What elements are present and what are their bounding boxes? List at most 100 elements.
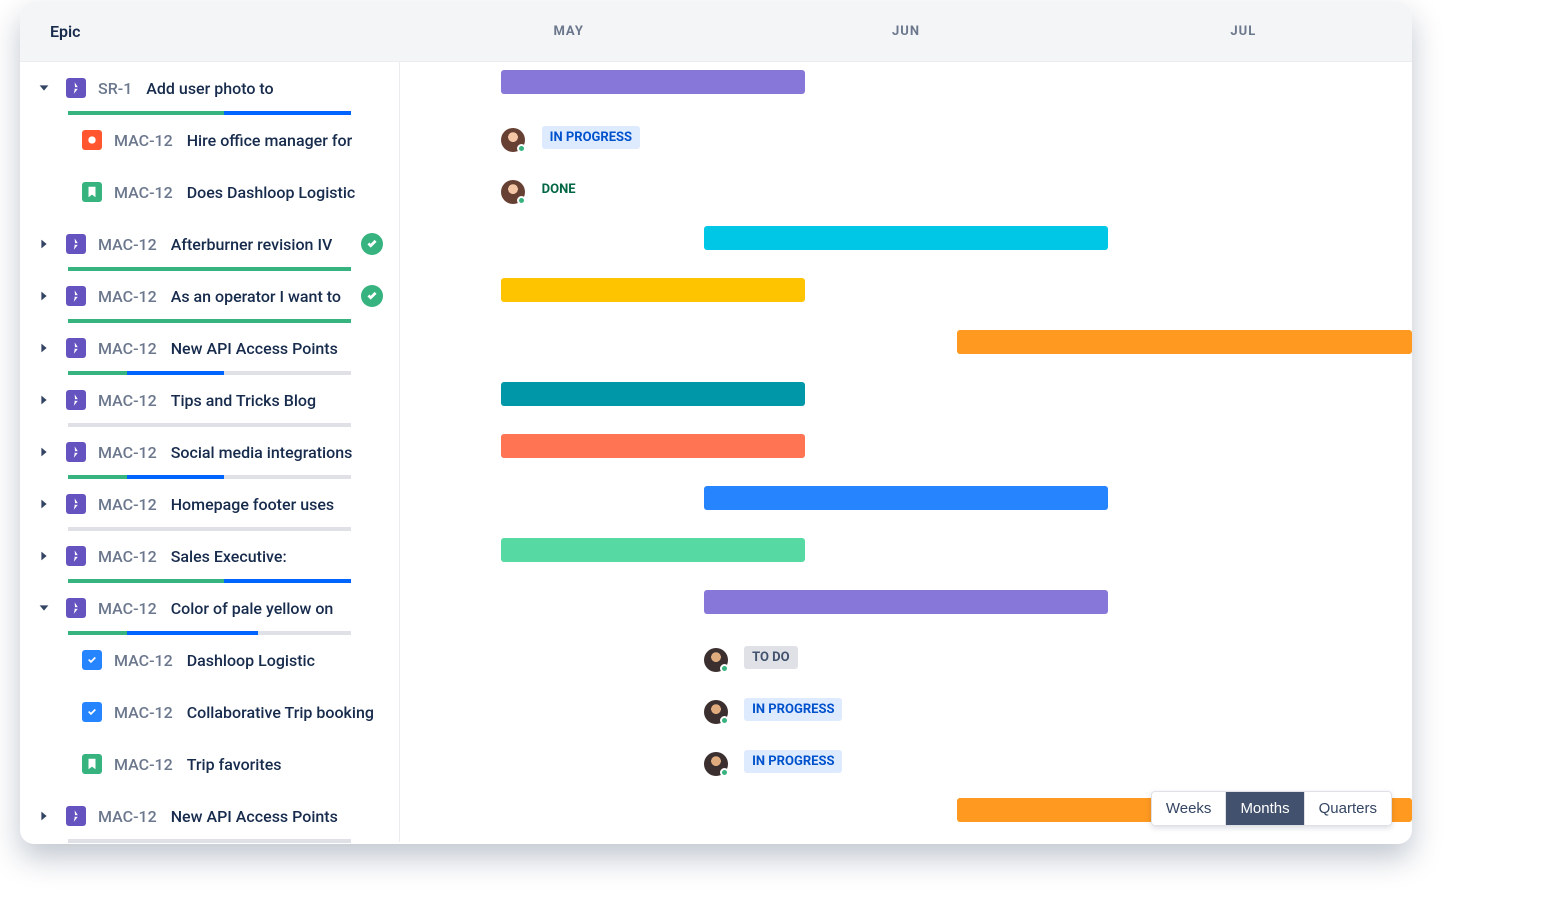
epic-row[interactable]: MAC-12Tips and Tricks Blog [20, 374, 399, 426]
assignee-avatar[interactable] [501, 180, 525, 204]
child-issue-row[interactable]: MAC-12Collaborative Trip booking [20, 686, 399, 738]
header-row: Epic MAY JUN JUL [20, 2, 1412, 62]
epic-bar[interactable] [501, 382, 805, 406]
chevron-down-icon[interactable] [34, 81, 54, 95]
timeline-row [400, 530, 1412, 582]
epic-type-icon [66, 234, 86, 254]
issue-title: Afterburner revision IV [171, 235, 333, 254]
done-check-icon [361, 233, 383, 255]
epic-type-icon [66, 598, 86, 618]
roadmap-body: SR-1Add user photo toMAC-12Hire office m… [20, 62, 1412, 844]
chevron-down-icon[interactable] [34, 601, 54, 615]
epic-list: SR-1Add user photo toMAC-12Hire office m… [20, 62, 400, 842]
header-months: MAY JUN JUL [400, 2, 1412, 61]
child-issue-row[interactable]: MAC-12 Does Dashloop Logistic [20, 166, 399, 218]
epic-type-icon [66, 806, 86, 826]
chevron-right-icon[interactable] [34, 445, 54, 459]
timeline-row [400, 62, 1412, 114]
child-issue-row[interactable]: MAC-12Hire office manager for [20, 114, 399, 166]
epic-row[interactable]: MAC-12 Homepage footer uses [20, 478, 399, 530]
chevron-right-icon[interactable] [34, 809, 54, 823]
assignee-avatar[interactable] [704, 700, 728, 724]
roadmap-viewport: Epic MAY JUN JUL SR-1 Add user photo to MA… [20, 2, 1412, 844]
child-issue-row[interactable]: MAC-12 Dashloop Logistic [20, 634, 399, 686]
chevron-right-icon[interactable] [34, 237, 54, 251]
issue-title: Social media integrations [171, 443, 353, 462]
epic-bar[interactable] [501, 434, 805, 458]
header-epic-label: Epic [20, 2, 400, 61]
epic-bar[interactable] [704, 226, 1109, 250]
status-badge[interactable]: IN PROGRESS [542, 126, 640, 149]
issue-key: SR-1 [98, 79, 132, 98]
timeframe-weeks[interactable]: Weeks [1152, 792, 1226, 825]
progress-bar [68, 631, 351, 635]
chevron-right-icon[interactable] [34, 289, 54, 303]
epic-bar[interactable] [704, 486, 1109, 510]
epic-bar[interactable] [501, 278, 805, 302]
issue-key: MAC-12 [98, 547, 157, 566]
epic-row[interactable]: MAC-12Color of pale yellow on [20, 582, 399, 634]
month-label: JUL [1075, 2, 1412, 61]
chevron-right-icon[interactable] [34, 549, 54, 563]
issue-key: MAC-12 [98, 807, 157, 826]
chevron-right-icon[interactable] [34, 497, 54, 511]
story-type-icon [82, 754, 102, 774]
timeline-area[interactable]: IN PROGRESS DONE TO DO IN PROGRESS IN PROGRE… [400, 62, 1412, 842]
epic-type-icon [66, 338, 86, 358]
epic-type-icon [66, 390, 86, 410]
timeframe-months[interactable]: Months [1225, 792, 1303, 825]
chevron-right-icon[interactable] [34, 393, 54, 407]
timeline-row: IN PROGRESS [400, 686, 1412, 738]
issue-title: Sales Executive: [171, 547, 287, 566]
status-badge[interactable]: TO DO [744, 646, 797, 669]
story-type-icon [82, 182, 102, 202]
epic-type-icon [66, 442, 86, 462]
epic-type-icon [66, 494, 86, 514]
assignee-avatar[interactable] [704, 752, 728, 776]
issue-key: MAC-12 [98, 339, 157, 358]
issue-title: Dashloop Logistic [187, 651, 315, 670]
assignee-avatar[interactable] [501, 128, 525, 152]
timeline-row: IN PROGRESS [400, 738, 1412, 790]
timeline-row: TO DO [400, 634, 1412, 686]
issue-title: Add user photo to [146, 79, 273, 98]
epic-row[interactable]: SR-1 Add user photo to [20, 62, 399, 114]
issue-key: MAC-12 [114, 651, 173, 670]
epic-bar[interactable] [501, 70, 805, 94]
issue-title: Hire office manager for [187, 131, 353, 150]
timeframe-quarters[interactable]: Quarters [1304, 792, 1391, 825]
timeline-row: DONE [400, 166, 1412, 218]
epic-row[interactable]: MAC-12 Sales Executive: [20, 530, 399, 582]
timeline-row [400, 270, 1412, 322]
progress-bar [68, 839, 351, 843]
issue-key: MAC-12 [114, 183, 173, 202]
status-badge[interactable]: IN PROGRESS [744, 698, 842, 721]
issue-title: Homepage footer uses [171, 495, 334, 514]
epic-row[interactable]: MAC-12 Afterburner revision IV [20, 218, 399, 270]
epic-row[interactable]: MAC-12 Social media integrations [20, 426, 399, 478]
issue-title: Does Dashloop Logistic [187, 183, 356, 202]
epic-bar[interactable] [501, 538, 805, 562]
chevron-right-icon[interactable] [34, 341, 54, 355]
issue-key: MAC-12 [98, 235, 157, 254]
presence-dot [720, 664, 729, 673]
timeline-row [400, 218, 1412, 270]
epic-row[interactable]: MAC-12New API Access Points [20, 790, 399, 842]
status-badge[interactable]: IN PROGRESS [744, 750, 842, 773]
presence-dot [720, 716, 729, 725]
issue-key: MAC-12 [98, 287, 157, 306]
issue-title: As an operator I want to [171, 287, 341, 306]
epic-bar[interactable] [704, 590, 1109, 614]
epic-row[interactable]: MAC-12 As an operator I want to [20, 270, 399, 322]
progress-bar [68, 111, 351, 115]
epic-row[interactable]: MAC-12New API Access Points [20, 322, 399, 374]
issue-title: Collaborative Trip booking [187, 703, 374, 722]
status-badge[interactable]: DONE [542, 178, 584, 201]
presence-dot [720, 768, 729, 777]
timeline-row [400, 426, 1412, 478]
issue-key: MAC-12 [98, 495, 157, 514]
child-issue-row[interactable]: MAC-12Trip favorites [20, 738, 399, 790]
issue-key: MAC-12 [98, 443, 157, 462]
assignee-avatar[interactable] [704, 648, 728, 672]
epic-bar[interactable] [957, 330, 1412, 354]
